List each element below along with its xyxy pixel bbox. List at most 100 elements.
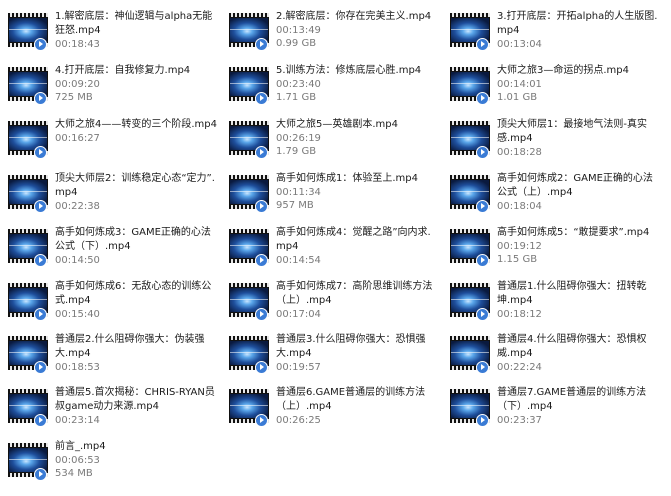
file-duration: 00:19:57 xyxy=(276,362,321,373)
file-size: 1.01 GB xyxy=(497,92,538,103)
file-name: 大师之旅3—命运的拐点.mp4 xyxy=(497,65,629,76)
video-file-item[interactable]: 前言_.mp4 00:06:53 534 MB xyxy=(0,438,218,496)
video-file-item[interactable]: 2.解密底层：你存在完美主义.mp4 00:13:49 0.99 GB xyxy=(221,8,439,66)
video-file-item[interactable]: 高手如何炼成4：觉醒之路”向内求.mp4 00:14:54 xyxy=(221,224,439,282)
video-file-item[interactable]: 5.训练方法：修炼底层心胜.mp4 00:23:40 1.71 GB xyxy=(221,62,439,120)
file-name: 普通层5.首次揭秘：CHRIS-RYAN员叔game动力来源.mp4 xyxy=(55,387,215,412)
video-file-item[interactable]: 顶尖大师层2：训练稳定心态“定力”.mp4 00:22:38 xyxy=(0,170,218,228)
video-file-item[interactable]: 普通层4.什么阻碍你强大：恐惧权威.mp4 00:22:24 xyxy=(442,331,660,389)
file-name: 普通层7.GAME普通层的训练方法（下）.mp4 xyxy=(497,387,647,412)
video-file-item[interactable]: 大师之旅4——转变的三个阶段.mp4 00:16:27 xyxy=(0,116,218,174)
file-name: 前言_.mp4 xyxy=(55,441,106,452)
file-name: 高手如何炼成3：GAME正确的心法公式（下）.mp4 xyxy=(55,227,211,252)
file-name: 4.打开底层：自我修复力.mp4 xyxy=(55,65,191,76)
play-badge-icon xyxy=(476,414,489,427)
file-duration: 00:14:50 xyxy=(55,255,100,266)
file-duration: 00:14:54 xyxy=(276,255,321,266)
video-file-item[interactable]: 高手如何炼成2：GAME正确的心法公式（上）.mp4 00:18:04 xyxy=(442,170,660,228)
video-file-item[interactable]: 高手如何炼成6：无敌心态的训练公式.mp4 00:15:40 xyxy=(0,278,218,336)
file-name: 高手如何炼成2：GAME正确的心法公式（上）.mp4 xyxy=(497,173,653,198)
file-size: 1.79 GB xyxy=(276,146,317,157)
file-duration: 00:19:12 xyxy=(497,241,542,252)
file-duration: 00:22:24 xyxy=(497,362,542,373)
play-badge-icon xyxy=(34,308,47,321)
video-file-item[interactable]: 普通层1.什么阻碍你强大：扭转乾坤.mp4 00:18:12 xyxy=(442,278,660,336)
file-duration: 00:09:20 xyxy=(55,79,100,90)
file-duration: 00:14:01 xyxy=(497,79,542,90)
file-name: 高手如何炼成7：高阶思维训练方法（上）.mp4 xyxy=(276,281,433,306)
video-file-item[interactable]: 普通层6.GAME普通层的训练方法（上）.mp4 00:26:25 xyxy=(221,384,439,442)
video-file-item[interactable]: 大师之旅3—命运的拐点.mp4 00:14:01 1.01 GB xyxy=(442,62,660,120)
file-name: 2.解密底层：你存在完美主义.mp4 xyxy=(276,11,432,22)
play-badge-icon xyxy=(34,92,47,105)
file-name: 大师之旅4——转变的三个阶段.mp4 xyxy=(55,119,217,130)
video-file-item[interactable]: 顶尖大师层1：最接地气法则-真实感.mp4 00:18:28 xyxy=(442,116,660,174)
play-badge-icon xyxy=(476,146,489,159)
play-badge-icon xyxy=(255,38,268,51)
file-duration: 00:26:25 xyxy=(276,415,321,426)
file-grid: 1.解密底层：神仙逻辑与alpha无能狂怒.mp4 00:18:43 2.解密底层：… xyxy=(0,0,671,490)
play-badge-icon xyxy=(476,92,489,105)
play-badge-icon xyxy=(34,38,47,51)
file-name: 顶尖大师层2：训练稳定心态“定力”.mp4 xyxy=(55,173,215,198)
file-duration: 00:11:34 xyxy=(276,187,321,198)
play-badge-icon xyxy=(255,414,268,427)
video-file-item[interactable]: 普通层7.GAME普通层的训练方法（下）.mp4 00:23:37 xyxy=(442,384,660,442)
file-duration: 00:18:53 xyxy=(55,362,100,373)
play-badge-icon xyxy=(34,200,47,213)
file-duration: 00:18:12 xyxy=(497,309,542,320)
play-badge-icon xyxy=(476,200,489,213)
file-size: 0.99 GB xyxy=(276,38,317,49)
play-badge-icon xyxy=(34,146,47,159)
file-duration: 00:23:40 xyxy=(276,79,321,90)
file-size: 1.15 GB xyxy=(497,254,538,265)
file-name: 普通层6.GAME普通层的训练方法（上）.mp4 xyxy=(276,387,426,412)
play-badge-icon xyxy=(255,254,268,267)
file-duration: 00:23:14 xyxy=(55,415,100,426)
play-badge-icon xyxy=(476,38,489,51)
video-file-item[interactable]: 普通层5.首次揭秘：CHRIS-RYAN员叔game动力来源.mp4 00:23:… xyxy=(0,384,218,442)
file-size: 957 MB xyxy=(276,200,314,211)
file-name: 高手如何炼成1：体验至上.mp4 xyxy=(276,173,418,184)
video-file-item[interactable]: 3.打开底层：开拓alpha的人生版图.mp4 00:13:04 xyxy=(442,8,660,66)
file-duration: 00:18:28 xyxy=(497,147,542,158)
play-badge-icon xyxy=(476,254,489,267)
play-badge-icon xyxy=(255,200,268,213)
file-name: 普通层3.什么阻碍你强大：恐惧强大.mp4 xyxy=(276,334,426,359)
file-duration: 00:06:53 xyxy=(55,455,100,466)
file-name: 普通层1.什么阻碍你强大：扭转乾坤.mp4 xyxy=(497,281,647,306)
file-duration: 00:23:37 xyxy=(497,415,542,426)
file-name: 3.打开底层：开拓alpha的人生版图.mp4 xyxy=(497,11,658,36)
video-file-item[interactable]: 普通层3.什么阻碍你强大：恐惧强大.mp4 00:19:57 xyxy=(221,331,439,389)
file-name: 大师之旅5—英雄剧本.mp4 xyxy=(276,119,398,130)
video-file-item[interactable]: 高手如何炼成1：体验至上.mp4 00:11:34 957 MB xyxy=(221,170,439,228)
file-size: 534 MB xyxy=(55,468,93,479)
file-duration: 00:17:04 xyxy=(276,309,321,320)
file-duration: 00:15:40 xyxy=(55,309,100,320)
play-badge-icon xyxy=(255,361,268,374)
file-duration: 00:16:27 xyxy=(55,133,100,144)
file-duration: 00:18:04 xyxy=(497,201,542,212)
video-file-item[interactable]: 普通层2.什么阻碍你强大：伪装强大.mp4 00:18:53 xyxy=(0,331,218,389)
file-duration: 00:13:04 xyxy=(497,39,542,50)
video-file-item[interactable]: 1.解密底层：神仙逻辑与alpha无能狂怒.mp4 00:18:43 xyxy=(0,8,218,66)
file-name: 顶尖大师层1：最接地气法则-真实感.mp4 xyxy=(497,119,647,144)
play-badge-icon xyxy=(255,146,268,159)
video-file-item[interactable]: 高手如何炼成7：高阶思维训练方法（上）.mp4 00:17:04 xyxy=(221,278,439,336)
file-duration: 00:13:49 xyxy=(276,25,321,36)
file-name: 高手如何炼成6：无敌心态的训练公式.mp4 xyxy=(55,281,212,306)
file-name: 普通层2.什么阻碍你强大：伪装强大.mp4 xyxy=(55,334,205,359)
file-name: 高手如何炼成4：觉醒之路”向内求.mp4 xyxy=(276,227,431,252)
video-file-item[interactable]: 高手如何炼成5：“敢提要求”.mp4 00:19:12 1.15 GB xyxy=(442,224,660,282)
play-badge-icon xyxy=(34,254,47,267)
file-name: 1.解密底层：神仙逻辑与alpha无能狂怒.mp4 xyxy=(55,11,213,36)
file-name: 高手如何炼成5：“敢提要求”.mp4 xyxy=(497,227,650,238)
file-name: 5.训练方法：修炼底层心胜.mp4 xyxy=(276,65,422,76)
play-badge-icon xyxy=(34,361,47,374)
play-badge-icon xyxy=(476,308,489,321)
play-badge-icon xyxy=(255,308,268,321)
file-duration: 00:26:19 xyxy=(276,133,321,144)
video-file-item[interactable]: 4.打开底层：自我修复力.mp4 00:09:20 725 MB xyxy=(0,62,218,120)
video-file-item[interactable]: 高手如何炼成3：GAME正确的心法公式（下）.mp4 00:14:50 xyxy=(0,224,218,282)
video-file-item[interactable]: 大师之旅5—英雄剧本.mp4 00:26:19 1.79 GB xyxy=(221,116,439,174)
